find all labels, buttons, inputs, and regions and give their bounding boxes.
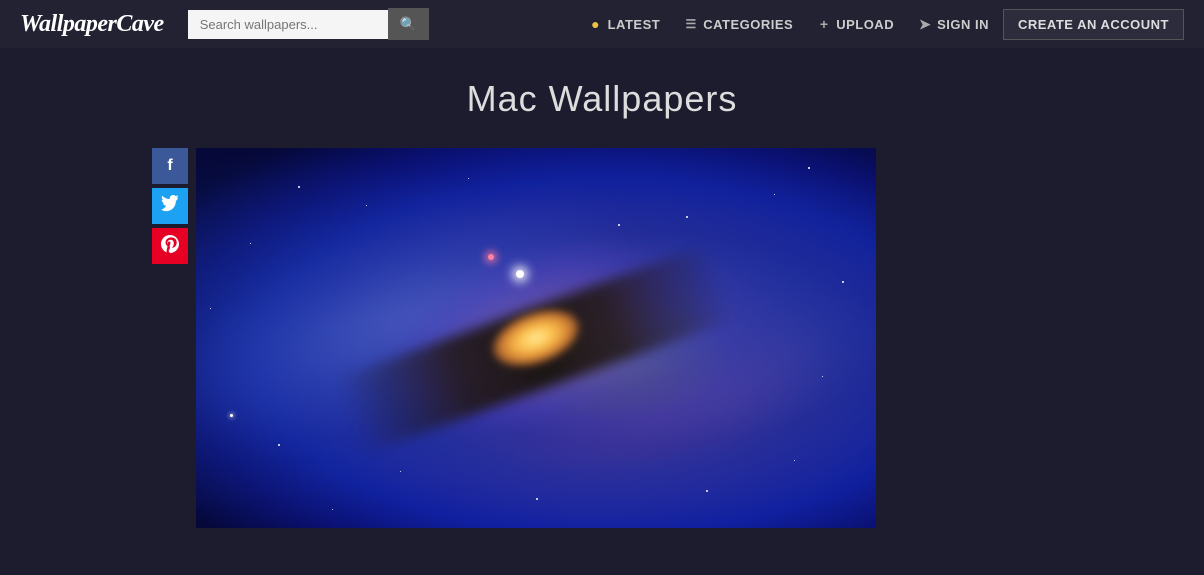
- nav-upload[interactable]: + UPLOAD: [807, 11, 904, 38]
- star: [822, 376, 823, 377]
- wallpaper-image[interactable]: [196, 148, 876, 528]
- galaxy-wallpaper: [196, 148, 876, 528]
- content-area: f: [152, 148, 1052, 528]
- star: [842, 281, 844, 283]
- twitter-share-button[interactable]: [152, 188, 188, 224]
- twitter-icon: [161, 195, 179, 218]
- search-icon: 🔍: [400, 16, 417, 32]
- star: [808, 167, 810, 169]
- star: [332, 509, 333, 510]
- page-title: Mac Wallpapers: [467, 78, 738, 120]
- latest-icon: ●: [589, 17, 603, 31]
- star: [298, 186, 300, 188]
- main-nav: ● LATEST ☰ CATEGORIES + UPLOAD ➤ SIGN IN…: [579, 9, 1184, 40]
- search-button[interactable]: 🔍: [388, 8, 429, 40]
- create-account-button[interactable]: CREATE AN ACCOUNT: [1003, 9, 1184, 40]
- facebook-icon: f: [167, 157, 172, 175]
- star: [366, 205, 367, 206]
- nav-categories[interactable]: ☰ CATEGORIES: [674, 11, 803, 38]
- search-input[interactable]: [188, 10, 388, 39]
- search-container: 🔍: [188, 8, 429, 40]
- star: [618, 224, 620, 226]
- star: [400, 471, 401, 472]
- signin-icon: ➤: [918, 17, 932, 31]
- star: [706, 490, 708, 492]
- categories-icon: ☰: [684, 17, 698, 31]
- nav-sign-in[interactable]: ➤ SIGN IN: [908, 11, 999, 38]
- facebook-share-button[interactable]: f: [152, 148, 188, 184]
- main-content: Mac Wallpapers f: [0, 48, 1204, 575]
- pinterest-share-button[interactable]: [152, 228, 188, 264]
- site-header: WallpaperCave 🔍 ● LATEST ☰ CATEGORIES + …: [0, 0, 1204, 48]
- star: [774, 194, 775, 195]
- social-buttons: f: [152, 148, 188, 264]
- pinterest-icon: [161, 235, 179, 258]
- upload-icon: +: [817, 17, 831, 31]
- star: [230, 414, 233, 417]
- logo[interactable]: WallpaperCave: [20, 11, 164, 38]
- star: [536, 498, 538, 500]
- star: [210, 308, 211, 309]
- bright-star-1: [516, 270, 524, 278]
- nav-latest[interactable]: ● LATEST: [579, 11, 671, 38]
